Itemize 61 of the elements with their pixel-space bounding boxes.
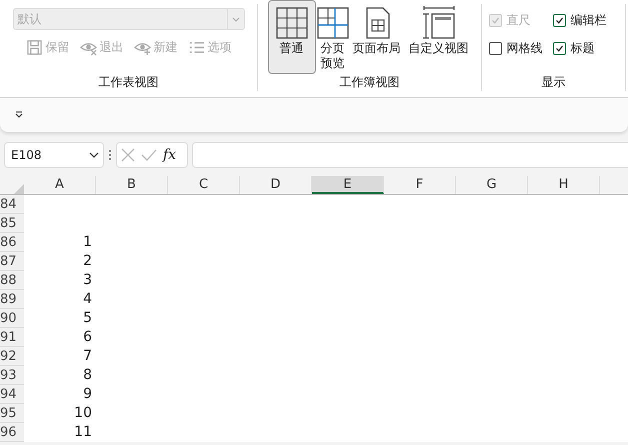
checkbox-label: 标题	[570, 40, 594, 57]
check-icon[interactable]	[141, 148, 157, 162]
table-cell-text: 5	[82, 309, 93, 328]
table-cell-text: 6	[82, 328, 93, 347]
column-header[interactable]: H	[528, 176, 600, 194]
workbook-view-button[interactable]: 分页预览	[318, 0, 348, 74]
row-header[interactable]: 87	[0, 252, 24, 271]
table-cell-text: 2	[82, 252, 93, 271]
row-header[interactable]: 92	[0, 347, 24, 366]
row-header[interactable]: 94	[0, 385, 24, 404]
list-icon	[188, 39, 204, 56]
checkbox[interactable]	[552, 14, 566, 27]
column-header[interactable]: B	[96, 176, 168, 194]
grid-icon	[274, 5, 310, 41]
checkbox[interactable]	[552, 42, 566, 55]
check-icon	[554, 44, 564, 53]
row-header[interactable]: 85	[0, 214, 24, 233]
caret-icon	[89, 152, 99, 158]
row-header[interactable]: 95	[0, 404, 24, 423]
column-header[interactable]: F	[384, 176, 456, 194]
page-break-icon	[314, 5, 350, 41]
insert-function-button[interactable]: fx	[163, 147, 176, 163]
row-header[interactable]: 86	[0, 233, 24, 252]
table-cell-text: 11	[73, 423, 93, 442]
table-cell-text: 7	[82, 347, 93, 366]
column-header[interactable]: C	[168, 176, 240, 194]
formula-field[interactable]	[192, 142, 628, 168]
workbook-view-button[interactable]: 普通	[268, 0, 316, 74]
row-header[interactable]: 84	[0, 195, 24, 214]
table-cell-text: 1	[82, 233, 93, 252]
row-header[interactable]: 91	[0, 328, 24, 347]
group-label: 工作簿视图	[340, 74, 400, 91]
workbook-view-button[interactable]: 自定义视图	[406, 0, 472, 74]
column-header[interactable]: E	[312, 176, 384, 194]
row-header[interactable]: 89	[0, 290, 24, 309]
layout-icon	[420, 5, 456, 41]
checkbox-label: 直尺	[506, 12, 530, 29]
expand-icon[interactable]	[15, 111, 23, 119]
checkbox-label: 编辑栏	[570, 12, 606, 29]
checkbox[interactable]	[488, 42, 502, 55]
row-header[interactable]: 88	[0, 271, 24, 290]
caret-icon	[232, 16, 240, 22]
workbook-view-button[interactable]: 页面布局	[350, 0, 404, 74]
table-cell-text: 8	[82, 366, 93, 385]
checkbox-label: 网格线	[506, 40, 542, 57]
check-icon	[490, 16, 500, 25]
group-label: 显示	[542, 74, 566, 91]
row-header[interactable]: 96	[0, 423, 24, 442]
row-header[interactable]: 90	[0, 309, 24, 328]
group-label: 工作表视图	[98, 74, 158, 91]
save-icon	[26, 39, 42, 56]
table-cell-text: 9	[82, 385, 93, 404]
name-box[interactable]: E108	[4, 142, 104, 168]
check-icon	[554, 16, 564, 25]
table-cell-text: 3	[82, 271, 93, 290]
column-header[interactable]: A	[24, 176, 96, 194]
table-cell-text: 4	[82, 290, 93, 309]
table-cell-text: 10	[73, 404, 93, 423]
more-icon[interactable]	[108, 149, 112, 161]
column-header[interactable]: G	[456, 176, 528, 194]
row-header[interactable]: 93	[0, 366, 24, 385]
